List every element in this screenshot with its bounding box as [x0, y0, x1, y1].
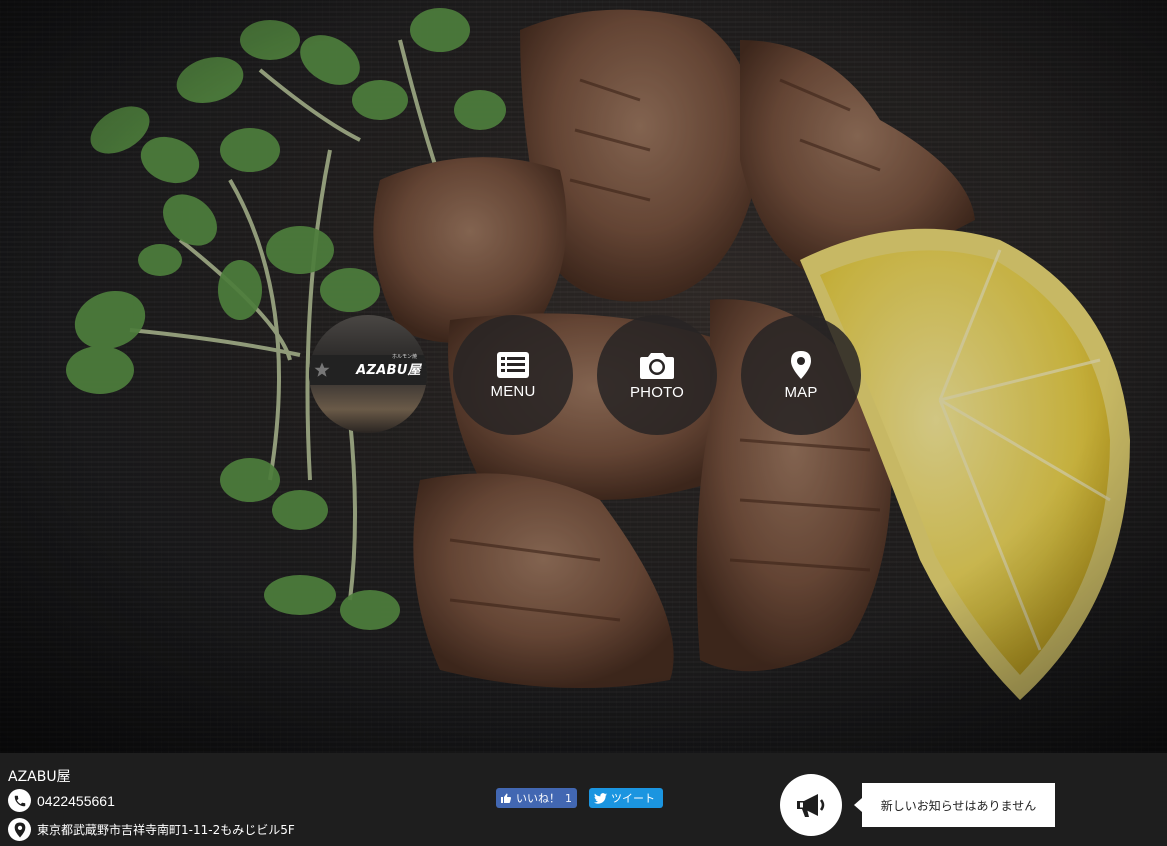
food-illustration [0, 0, 1167, 753]
phone-icon [8, 789, 31, 812]
map-pin-icon [791, 350, 811, 379]
hero-image: ホルモン焼 AZABU屋 MENU PHOTO MAP [0, 0, 1167, 753]
phone-number[interactable]: 0422455661 [37, 793, 115, 809]
facebook-like-label: いいね！ [516, 792, 560, 805]
address-row: 東京都武蔵野市吉祥寺南町1-11-2もみじビル5F [8, 818, 295, 841]
photo-label: PHOTO [629, 383, 685, 401]
shop-logo[interactable]: ホルモン焼 AZABU屋 [309, 315, 427, 433]
logo-text: AZABU屋 [356, 363, 421, 378]
news-message: 新しいお知らせはありません [854, 783, 1055, 827]
twitter-tweet-button[interactable]: ツイート [589, 788, 663, 808]
photo-button[interactable]: PHOTO [597, 315, 717, 435]
menu-label: MENU [490, 382, 536, 400]
address-text: 東京都武蔵野市吉祥寺南町1-11-2もみじビル5F [37, 823, 295, 837]
twitter-bird-icon [594, 792, 607, 804]
map-button[interactable]: MAP [741, 315, 861, 435]
twitter-tweet-label: ツイート [611, 792, 655, 805]
facebook-like-count: 1 [565, 791, 572, 805]
star-icon [314, 362, 330, 377]
map-label: MAP [784, 383, 818, 401]
news-button[interactable] [780, 774, 842, 836]
menu-list-icon [497, 351, 529, 378]
footer-bar: AZABU屋 0422455661 東京都武蔵野市吉祥寺南町1-11-2もみじビ… [0, 753, 1167, 846]
thumbs-up-icon [501, 793, 512, 803]
camera-icon [640, 352, 674, 379]
shop-name: AZABU屋 [8, 769, 71, 785]
menu-button[interactable]: MENU [453, 315, 573, 435]
facebook-like-button[interactable]: いいね！ 1 [496, 788, 577, 808]
location-pin-icon [8, 818, 31, 841]
phone-row[interactable]: 0422455661 [8, 789, 115, 812]
megaphone-icon [797, 794, 825, 817]
